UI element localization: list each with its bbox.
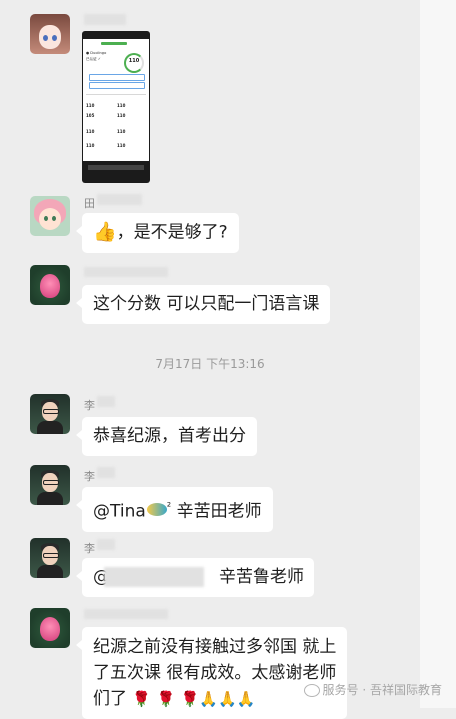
sender-name-redacted: [97, 194, 142, 205]
message-bubble[interactable]: @Tina ² 辛苦田老师: [76, 487, 273, 532]
rose-icon: 🌹: [132, 690, 152, 708]
avatar[interactable]: [30, 538, 70, 578]
watermark-text: 服务号 · 吾祥国际教育: [322, 683, 442, 697]
sender-name-redacted: [84, 609, 168, 619]
watermark: 服务号 · 吾祥国际教育: [303, 681, 442, 698]
message-bubble[interactable]: 恭喜纪源，首考出分: [76, 417, 257, 456]
score-value: 110: [128, 58, 140, 64]
message-text-line-1: 纪源之前没有接触过多邻国 就上: [93, 637, 337, 657]
fish-icon: [146, 503, 167, 517]
avatar[interactable]: [30, 394, 70, 434]
sender-name: 田: [84, 197, 95, 210]
message-text: 辛苦田老师: [171, 501, 262, 522]
message-bubble[interactable]: 👍，是不是够了?: [76, 213, 239, 253]
mention-redacted: [104, 567, 204, 587]
message-text-line-3: 们了 🌹 🌹 🌹🙏🙏🙏: [93, 689, 256, 709]
sender-name: 李: [84, 542, 95, 555]
message-text: ，是不是够了?: [116, 222, 228, 243]
sender-name: 李: [84, 470, 95, 483]
avatar[interactable]: [30, 465, 70, 505]
message-text: 辛苦鲁老师: [219, 567, 304, 587]
screenshot-image[interactable]: ● Duolingo 已认证 ✓ 110 110 110 105 110 110 11…: [82, 31, 150, 183]
avatar[interactable]: [30, 265, 70, 305]
right-margin: [420, 0, 456, 708]
avatar[interactable]: [30, 196, 70, 236]
mention-text: @Tina: [93, 501, 146, 522]
message-text: 恭喜纪源，首考出分: [93, 426, 246, 446]
rose-icon: 🌹: [180, 690, 200, 708]
avatar[interactable]: [30, 14, 70, 54]
sender-name-redacted: [97, 396, 115, 407]
sender-name-redacted: [84, 14, 126, 25]
message-bubble[interactable]: @ 辛苦鲁老师: [76, 558, 314, 597]
message-text: 这个分数 可以只配一门语言课: [93, 294, 320, 314]
sender-name-redacted: [84, 267, 168, 277]
wechat-icon: [303, 684, 320, 697]
avatar[interactable]: [30, 608, 70, 648]
rose-icon: 🌹: [156, 690, 176, 708]
sender-name-redacted: [97, 467, 115, 478]
message-bubble[interactable]: 纪源之前没有接触过多邻国 就上 了五次课 很有成效。太感谢老师 们了 🌹 🌹 🌹…: [75, 627, 348, 719]
message-bubble[interactable]: 这个分数 可以只配一门语言课: [75, 285, 331, 324]
sender-name: 李: [84, 399, 95, 412]
time-separator: 7月17日 下午13:16: [155, 357, 265, 371]
thumbs-up-icon: 👍: [93, 221, 117, 243]
message-text-line-2: 了五次课 很有成效。太感谢老师: [93, 663, 337, 683]
praying-hands-icon: 🙏🙏🙏: [199, 690, 256, 708]
sender-name-redacted: [97, 539, 115, 550]
